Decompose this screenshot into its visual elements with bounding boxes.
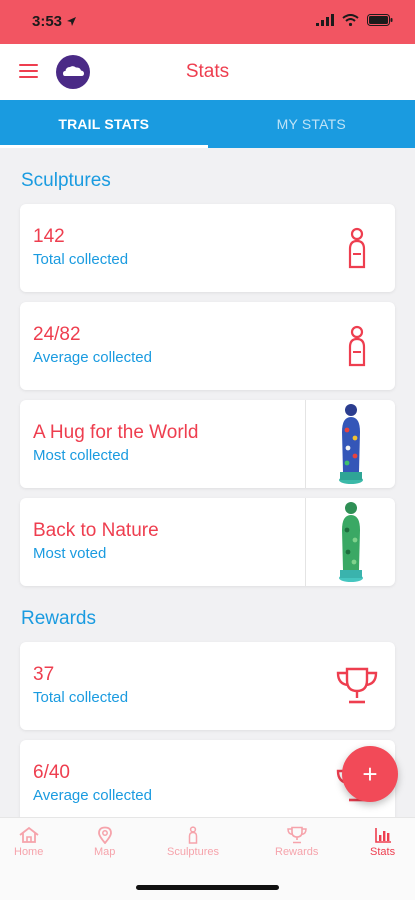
sculpture-icon bbox=[188, 826, 198, 844]
section-title-sculptures: Sculptures bbox=[21, 170, 111, 191]
stat-card-average-sculptures[interactable]: 24/82 Average collected bbox=[20, 302, 395, 390]
wifi-icon bbox=[342, 14, 359, 26]
map-pin-icon bbox=[97, 826, 112, 844]
home-icon bbox=[19, 826, 39, 843]
signal-icon bbox=[316, 14, 334, 26]
status-time-text: 3:53 bbox=[32, 13, 63, 30]
stat-card-total-sculptures[interactable]: 142 Total collected bbox=[20, 204, 395, 292]
page-title: Stats bbox=[185, 61, 230, 82]
stat-card-total-rewards[interactable]: 37 Total collected bbox=[20, 642, 395, 730]
status-icons bbox=[316, 14, 393, 26]
trophy-icon bbox=[286, 826, 307, 844]
stat-value: 24/82 bbox=[33, 324, 81, 345]
stat-card-average-rewards[interactable]: 6/40 Average collected bbox=[20, 740, 395, 828]
nav-item-rewards[interactable]: Rewards bbox=[275, 826, 318, 858]
section-title-rewards: Rewards bbox=[21, 608, 96, 629]
nav-label-stats: Stats bbox=[370, 846, 396, 858]
stat-label: Most voted bbox=[33, 545, 107, 562]
stats-tabs: TRAIL STATS MY STATS bbox=[0, 100, 415, 148]
nav-label-home: Home bbox=[14, 846, 44, 858]
stat-value: 142 bbox=[33, 226, 65, 247]
add-button[interactable]: + bbox=[342, 746, 398, 802]
stat-value: A Hug for the World bbox=[33, 422, 199, 443]
battery-icon bbox=[367, 14, 393, 26]
stat-value: Back to Nature bbox=[33, 520, 159, 541]
stat-label: Average collected bbox=[33, 787, 152, 804]
status-bar: 3:53 bbox=[0, 0, 415, 44]
tab-my-stats[interactable]: MY STATS bbox=[208, 100, 415, 148]
bar-chart-icon bbox=[374, 828, 391, 843]
sculpture-thumbnail bbox=[305, 498, 395, 586]
stat-value: 37 bbox=[33, 664, 55, 685]
nav-label-sculptures: Sculptures bbox=[167, 846, 219, 858]
tab-trail-stats[interactable]: TRAIL STATS bbox=[0, 100, 208, 148]
sculpture-icon bbox=[333, 224, 381, 272]
stat-card-most-collected[interactable]: A Hug for the World Most collected bbox=[20, 400, 395, 488]
nav-label-map: Map bbox=[94, 846, 116, 858]
sculpture-thumbnail bbox=[305, 400, 395, 488]
nav-item-home[interactable]: Home bbox=[14, 826, 43, 858]
plus-icon: + bbox=[362, 758, 378, 789]
nav-item-sculptures[interactable]: Sculptures bbox=[167, 826, 219, 858]
stat-card-most-voted[interactable]: Back to Nature Most voted bbox=[20, 498, 395, 586]
home-indicator[interactable] bbox=[136, 885, 279, 890]
stat-label: Average collected bbox=[33, 349, 152, 366]
stat-label: Total collected bbox=[33, 251, 129, 268]
trophy-icon bbox=[333, 662, 381, 710]
nav-label-rewards: Rewards bbox=[275, 846, 319, 858]
app-header: Stats bbox=[0, 44, 415, 100]
sculpture-icon bbox=[333, 322, 381, 370]
stat-value: 6/40 bbox=[33, 762, 70, 783]
stat-label: Most collected bbox=[33, 447, 129, 464]
nav-item-map[interactable]: Map bbox=[94, 826, 115, 858]
nav-item-stats[interactable]: Stats bbox=[370, 826, 395, 858]
stat-label: Total collected bbox=[33, 689, 129, 706]
location-arrow-icon bbox=[67, 17, 77, 26]
status-time: 3:53 bbox=[32, 13, 77, 30]
